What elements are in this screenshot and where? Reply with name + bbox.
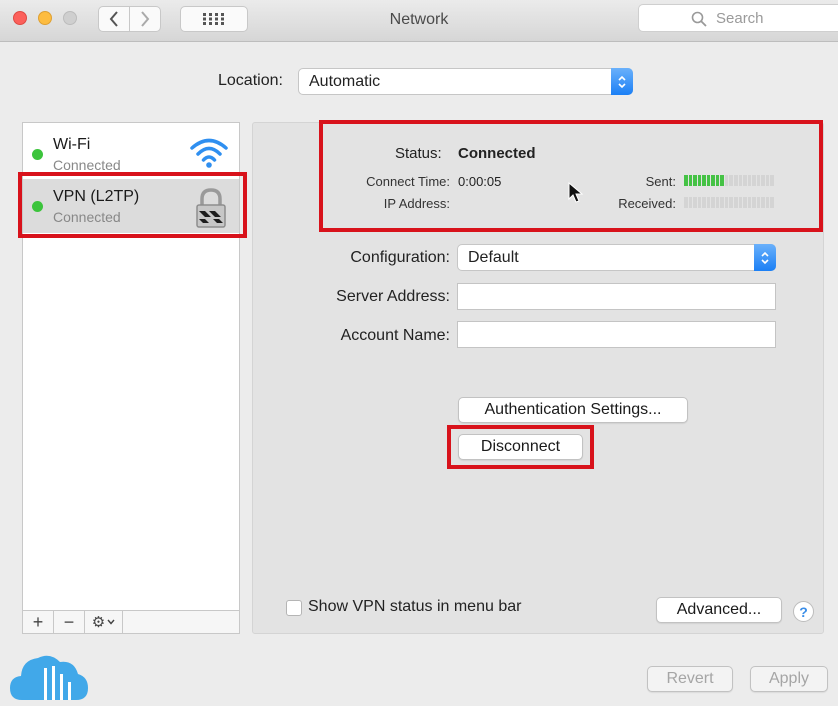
authentication-settings-button[interactable]: Authentication Settings... [458, 397, 688, 423]
status-highlight-box [319, 120, 823, 232]
server-address-field[interactable] [457, 283, 776, 310]
remove-service-button[interactable]: − [54, 611, 85, 633]
show-vpn-status-label: Show VPN status in menu bar [308, 598, 522, 615]
search-placeholder: Search [716, 9, 764, 27]
configuration-stepper-icon [754, 244, 776, 271]
location-select[interactable]: Automatic [298, 68, 633, 95]
chevron-down-icon [107, 619, 115, 625]
service-status: Connected [53, 157, 121, 173]
cloud-logo-icon [10, 655, 88, 700]
configuration-value: Default [468, 248, 519, 266]
server-address-label: Server Address: [336, 288, 450, 305]
vpn-highlight-box [18, 172, 247, 238]
help-button[interactable]: ? [793, 601, 814, 622]
account-name-label: Account Name: [340, 327, 450, 344]
service-name: Wi-Fi [53, 136, 91, 153]
search-icon [691, 11, 707, 27]
advanced-button[interactable]: Advanced... [656, 597, 782, 623]
account-name-field[interactable] [457, 321, 776, 348]
wifi-icon [190, 138, 228, 168]
location-value: Automatic [309, 72, 381, 90]
apply-button[interactable]: Apply [750, 666, 828, 692]
sidebar-toolbar: + − ⚙ [22, 610, 240, 634]
revert-button[interactable]: Revert [647, 666, 733, 692]
location-label: Location: [218, 72, 283, 89]
configuration-label: Configuration: [350, 249, 450, 266]
show-vpn-status-checkbox[interactable] [286, 600, 302, 616]
title-bar: Network Search [0, 0, 838, 42]
search-field[interactable]: Search [638, 4, 838, 32]
location-stepper-icon [611, 68, 633, 95]
add-service-button[interactable]: + [23, 611, 54, 633]
status-dot [32, 149, 43, 160]
gear-icon: ⚙ [91, 614, 106, 631]
configuration-select[interactable]: Default [457, 244, 776, 271]
disconnect-highlight-box [447, 425, 594, 469]
gear-menu-button[interactable]: ⚙ [85, 611, 123, 633]
